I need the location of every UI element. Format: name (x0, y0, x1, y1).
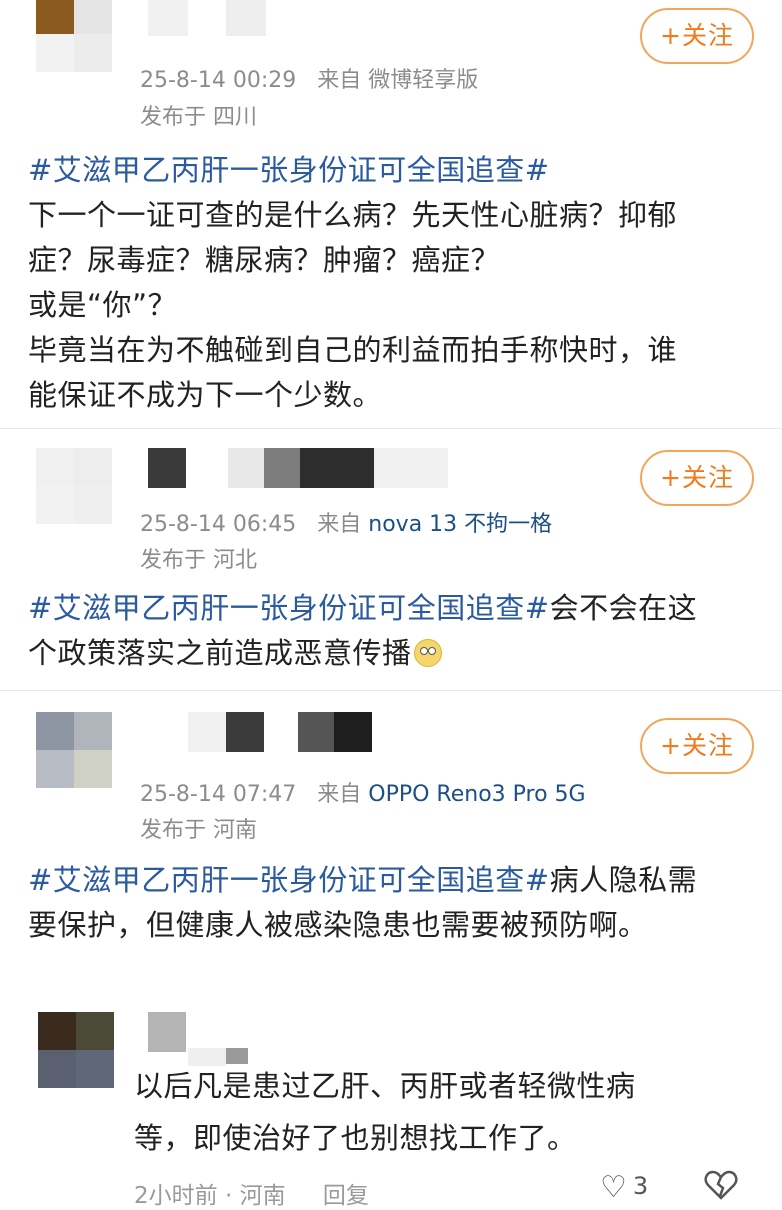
post-body: #艾滋甲乙丙肝一张身份证可全国追查#会不会在这 个政策落实之前造成恶意传播 (28, 586, 758, 676)
divider (0, 428, 782, 429)
source-prefix: 来自 (317, 68, 362, 93)
avatar[interactable] (36, 712, 112, 788)
post-time: 25-8-14 00:29 (140, 68, 297, 93)
post-location: 发布于 四川 (140, 105, 257, 130)
reply-text: 以后凡是患过乙肝、丙肝或者轻微性病 等，即使治好了也别想找工作了。 (134, 1060, 734, 1164)
device-link[interactable]: 微博轻享版 (368, 68, 478, 93)
device-link[interactable]: OPPO Reno3 Pro 5G (368, 782, 585, 807)
post-text: 会不会在这 (549, 591, 698, 625)
avatar[interactable] (36, 448, 112, 524)
post-location: 发布于 河南 (140, 818, 257, 843)
divider (0, 690, 782, 691)
post-text-line: 能保证不成为下一个少数。 (28, 378, 383, 412)
post-text: 病人隐私需 (549, 863, 698, 897)
broken-heart-icon-svg (704, 1170, 738, 1200)
username-obscured[interactable] (148, 448, 448, 488)
post-time: 25-8-14 06:45 (140, 512, 297, 537)
post-body: #艾滋甲乙丙肝一张身份证可全国追查#病人隐私需 要保护，但健康人被感染隐患也需要… (28, 858, 758, 948)
post-location: 发布于 河北 (140, 548, 257, 573)
post-meta: 25-8-14 07:47 来自 OPPO Reno3 Pro 5G (140, 776, 586, 808)
reply-line: 以后凡是患过乙肝、丙肝或者轻微性病 (134, 1069, 636, 1103)
post-text: 个政策落实之前造成恶意传播 (28, 636, 412, 670)
post-body: #艾滋甲乙丙肝一张身份证可全国追查# 下一个一证可查的是什么病？先天性心脏病？抑… (28, 148, 758, 418)
post-text-line: 症？尿毒症？糖尿病？肿瘤？癌症？ (28, 243, 501, 277)
post-meta: 25-8-14 00:29 来自 微博轻享版 (140, 62, 478, 94)
reply-username-obscured[interactable] (148, 1012, 268, 1052)
like-count: 3 (632, 1172, 649, 1200)
hashtag-link[interactable]: #艾滋甲乙丙肝一张身份证可全国追查# (28, 591, 550, 625)
hashtag-link[interactable]: #艾滋甲乙丙肝一张身份证可全国追查# (28, 153, 550, 187)
username-obscured[interactable] (148, 0, 278, 36)
source-prefix: 来自 (317, 512, 362, 537)
hashtag-link[interactable]: #艾滋甲乙丙肝一张身份证可全国追查# (28, 863, 550, 897)
reply-avatar[interactable] (38, 1012, 114, 1088)
post-text: 要保护，但健康人被感染隐患也需要被预防啊。 (28, 908, 648, 942)
reply-time: 2小时前 · 河南 (134, 1183, 286, 1209)
device-link[interactable]: nova 13 不拘一格 (368, 512, 552, 537)
post-text-line: 毕竟当在为不触碰到自己的利益而拍手称快时，谁 (28, 333, 678, 367)
source-prefix: 来自 (317, 782, 362, 807)
username-obscured[interactable] (188, 712, 378, 752)
reply-button[interactable]: 回复 (323, 1183, 369, 1209)
post-time: 25-8-14 07:47 (140, 782, 297, 807)
follow-button[interactable]: +关注 (640, 8, 754, 64)
follow-button[interactable]: +关注 (640, 718, 754, 774)
reply-meta: 2小时前 · 河南 回复 (134, 1176, 399, 1210)
post-text-line: 下一个一证可查的是什么病？先天性心脏病？抑郁 (28, 198, 678, 232)
avatar[interactable] (36, 0, 112, 72)
broken-heart-icon[interactable] (704, 1170, 738, 1200)
post-meta: 25-8-14 06:45 来自 nova 13 不拘一格 (140, 506, 552, 538)
reply-line: 等，即使治好了也别想找工作了。 (134, 1121, 577, 1155)
dizzy-face-icon (413, 639, 442, 667)
follow-button[interactable]: +关注 (640, 450, 754, 506)
post-text-line: 或是“你”？ (28, 288, 178, 322)
